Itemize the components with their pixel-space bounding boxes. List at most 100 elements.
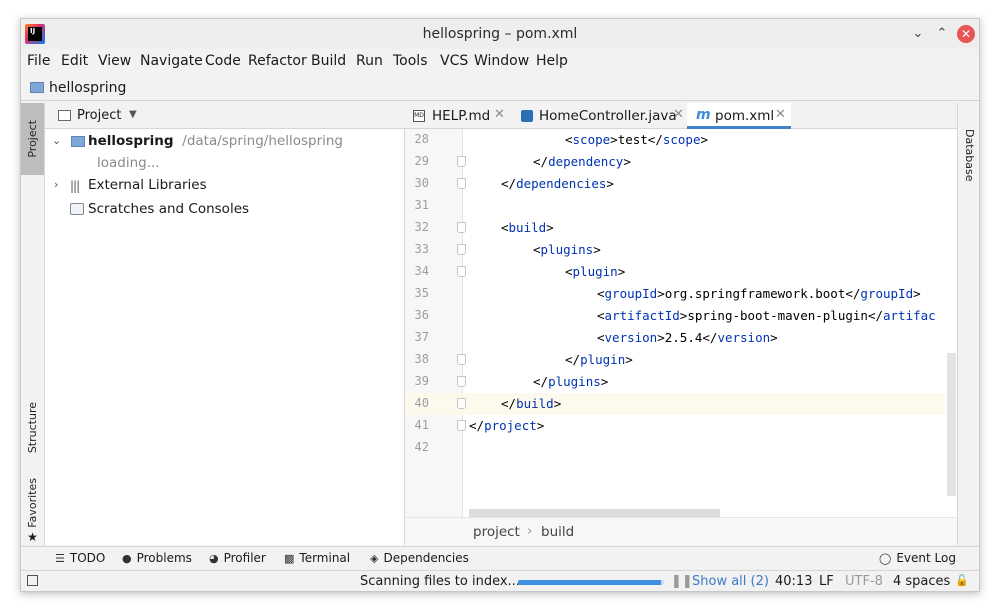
tool-tab-project[interactable]: Project [21,103,44,175]
tool-tab-structure[interactable]: Structure [21,393,44,463]
minimize-icon[interactable]: ⌄ [909,25,927,43]
line-number: 29 [414,154,429,168]
chevron-down-icon[interactable]: ⌄ [52,134,61,147]
code-line[interactable]: 37 <version>2.5.4</version> [405,327,945,349]
tool-todo[interactable]: ☰ TODO [55,551,105,565]
show-all-tasks-link[interactable]: Show all (2) [692,574,769,589]
menu-run[interactable]: Run [356,53,383,69]
fold-marker-icon[interactable] [457,156,466,167]
tool-event-log[interactable]: ◯ Event Log [879,551,956,565]
menu-view[interactable]: View [98,53,131,69]
code-line[interactable]: 29 </dependency> [405,151,945,173]
fold-marker-icon[interactable] [457,244,466,255]
indent-setting[interactable]: 4 spaces [893,574,950,589]
code-line[interactable]: 35 <groupId>org.springframework.boot</gro… [405,283,945,305]
code-line[interactable]: 32 <build> [405,217,945,239]
fold-marker-icon[interactable] [457,376,466,387]
fold-marker-icon[interactable] [457,354,466,365]
status-bar: Scanning files to index... ❚❚ Show all (… [21,570,979,591]
menu-file[interactable]: File [27,53,50,69]
project-panel-header: Project ▼ [45,103,405,129]
menu-code[interactable]: Code [205,53,241,69]
tab-homecontroller-java[interactable]: HomeController.java ✕ [511,103,687,129]
code-area[interactable]: 28 <scope>test</scope> 29 </dependency> 30 </… [405,129,957,517]
close-icon[interactable]: ✕ [957,25,975,43]
module-folder-icon [71,136,85,147]
code-text: <scope>test</scope> [565,132,709,147]
menu-build[interactable]: Build [311,53,346,69]
code-line[interactable]: 30 </dependencies> [405,173,945,195]
star-icon: ★ [27,529,38,544]
folder-icon [30,82,44,93]
line-separator[interactable]: LF [819,574,834,589]
maximize-icon[interactable]: ⌃ [933,25,951,43]
profiler-icon: ◕ [209,551,219,565]
close-tab-icon[interactable]: ✕ [494,107,505,122]
right-tool-strip: Database [957,103,979,545]
tree-item-hellospring[interactable]: ⌄ hellospring /data/spring/hellospring [45,131,405,153]
code-line[interactable]: 41 </project> [405,415,945,437]
nav-project-name[interactable]: hellospring [49,80,126,96]
close-tab-icon[interactable]: ✕ [775,107,786,122]
breadcrumb-item-project[interactable]: project [473,524,520,540]
menu-edit[interactable]: Edit [61,53,88,69]
fold-marker-icon[interactable] [457,178,466,189]
code-text: </plugins> [533,374,609,389]
code-line[interactable]: 38 </plugin> [405,349,945,371]
menu-vcs[interactable]: VCS [440,53,468,69]
code-line[interactable]: 36 <artifactId>spring-boot-maven-plugin</… [405,305,945,327]
fold-marker-icon[interactable] [457,420,466,431]
lock-icon[interactable]: 🔓 [955,574,969,587]
index-progress-bar [518,580,664,585]
tool-profiler[interactable]: ◕ Profiler [209,551,266,565]
project-panel-title[interactable]: Project [77,108,121,123]
code-line[interactable]: 42 [405,437,945,459]
code-line[interactable]: 31 [405,195,945,217]
fold-marker-icon[interactable] [457,222,466,233]
vertical-scrollbar[interactable] [947,353,956,496]
fold-marker-icon[interactable] [457,398,466,409]
close-tab-icon[interactable]: ✕ [673,107,684,122]
caret-position[interactable]: 40:13 [775,574,812,589]
code-line[interactable]: 28 <scope>test</scope> [405,129,945,151]
menu-refactor[interactable]: Refactor [248,53,307,69]
tree-item-scratches[interactable]: Scratches and Consoles [45,199,405,221]
code-text: <plugins> [533,242,601,257]
code-line[interactable]: 39 </plugins> [405,371,945,393]
menu-tools[interactable]: Tools [393,53,428,69]
tab-pom-xml[interactable]: m pom.xml ✕ [687,103,791,129]
chevron-down-icon[interactable]: ▼ [129,109,137,120]
line-number: 39 [414,374,429,388]
code-line[interactable]: 34 <plugin> [405,261,945,283]
editor: MD HELP.md ✕ HomeController.java ✕ m pom… [405,103,957,545]
tree-item-external-libraries[interactable]: › ||| External Libraries [45,175,405,197]
problems-icon: ● [122,551,132,565]
breadcrumb-item-build[interactable]: build [541,524,574,540]
toggle-tool-windows-icon[interactable] [27,575,38,586]
code-text: </project> [469,418,545,433]
file-encoding[interactable]: UTF-8 [845,574,883,589]
code-line[interactable]: 33 <plugins> [405,239,945,261]
menu-bar: File Edit View Navigate Code Refactor Bu… [21,51,979,73]
tab-help-md[interactable]: MD HELP.md ✕ [405,103,511,129]
menu-window[interactable]: Window [474,53,529,69]
event-log-icon: ◯ [879,551,892,565]
horizontal-scrollbar[interactable] [469,509,720,517]
code-text: </build> [501,396,562,411]
java-icon [521,110,533,122]
menu-navigate[interactable]: Navigate [140,53,203,69]
tool-problems[interactable]: ● Problems [122,551,192,565]
code-line[interactable]: 40 </build> [405,393,945,415]
fold-marker-icon[interactable] [457,266,466,277]
tool-tab-favorites[interactable]: Favorites ★ [21,478,44,544]
tool-tab-database[interactable]: Database [963,129,976,182]
menu-help[interactable]: Help [536,53,568,69]
line-number: 40 [414,396,429,410]
code-text: </dependency> [533,154,631,169]
pause-icon[interactable]: ❚❚ [671,574,693,589]
chevron-right-icon[interactable]: › [54,178,58,191]
line-number: 33 [414,242,429,256]
window-title: hellospring – pom.xml [422,26,578,42]
tool-dependencies[interactable]: ◈ Dependencies [370,551,469,565]
tool-terminal[interactable]: ▩ Terminal [284,551,350,565]
